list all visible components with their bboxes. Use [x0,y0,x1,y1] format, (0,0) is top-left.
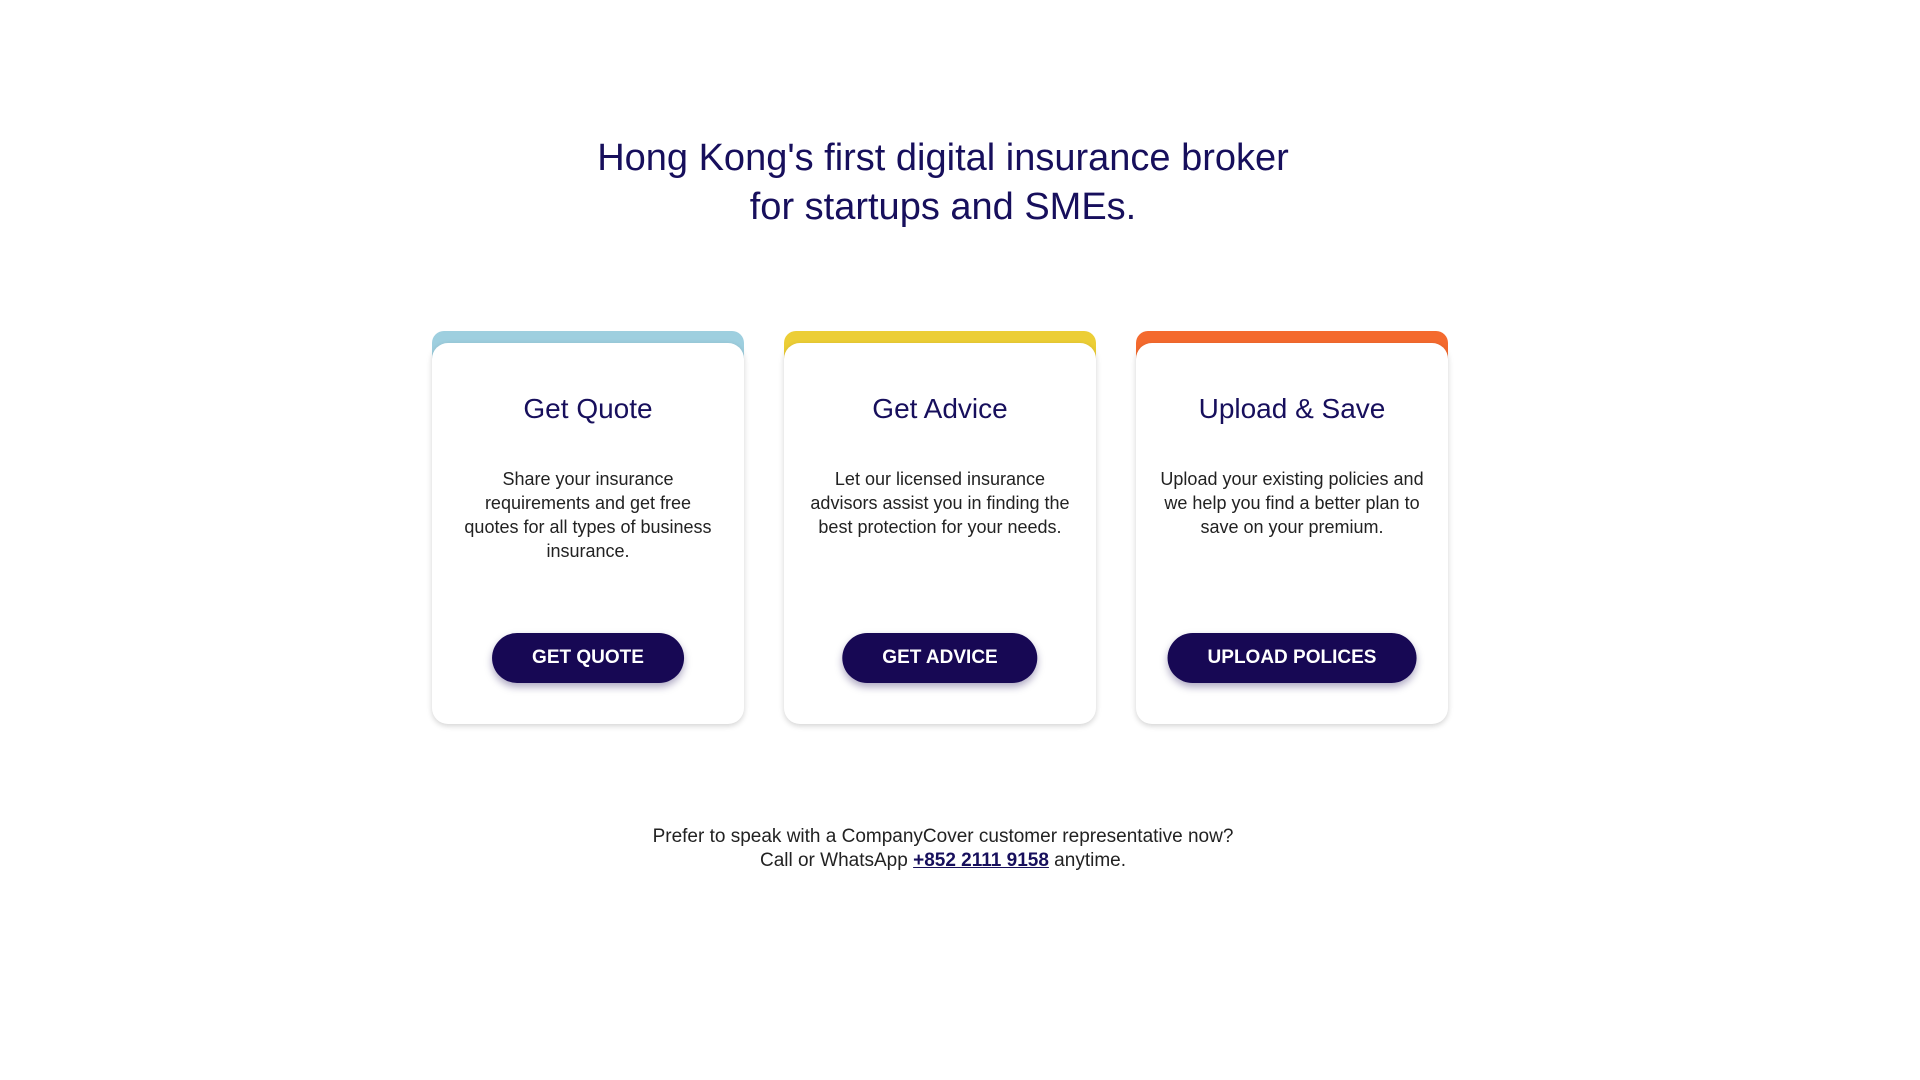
hero-title-line-1: Hong Kong's first digital insurance brok… [597,137,1289,179]
contact-line-2: Call or WhatsApp +852 2111 9158 anytime. [0,849,1886,873]
card-get-quote: Get Quote Share your insurance requireme… [432,331,744,724]
contact-suffix: anytime. [1048,850,1126,871]
get-quote-button[interactable]: GET QUOTE [492,633,684,683]
card-get-advice: Get Advice Let our licensed insurance ad… [784,331,1096,724]
card-upload-save: Upload & Save Upload your existing polic… [1136,331,1448,724]
card-body: Get Quote Share your insurance requireme… [432,343,744,724]
card-description: Share your insurance requirements and ge… [464,469,712,561]
card-description: Let our licensed insurance advisors assi… [810,469,1070,537]
contact-prefix: Call or WhatsApp [759,850,914,871]
card-title: Get Quote [523,393,653,424]
card-body: Get Advice Let our licensed insurance ad… [784,343,1096,724]
phone-link[interactable]: +852 2111 9158 [913,850,1049,871]
service-cards: Get Quote Share your insurance requireme… [432,331,1448,724]
contact-line-1: Prefer to speak with a CompanyCover cust… [652,826,1234,847]
card-title: Upload & Save [1198,393,1386,424]
get-advice-button[interactable]: GET ADVICE [842,633,1038,683]
hero-title-line-2: for startups and SMEs. [749,186,1137,228]
contact-section: Prefer to speak with a CompanyCover cust… [0,825,1886,873]
card-title: Get Advice [872,393,1008,424]
hero-title: Hong Kong's first digital insurance brok… [0,134,1886,232]
card-description: Upload your existing policies and we hel… [1160,469,1424,537]
upload-policies-button[interactable]: UPLOAD POLICES [1167,633,1417,683]
card-body: Upload & Save Upload your existing polic… [1136,343,1448,724]
